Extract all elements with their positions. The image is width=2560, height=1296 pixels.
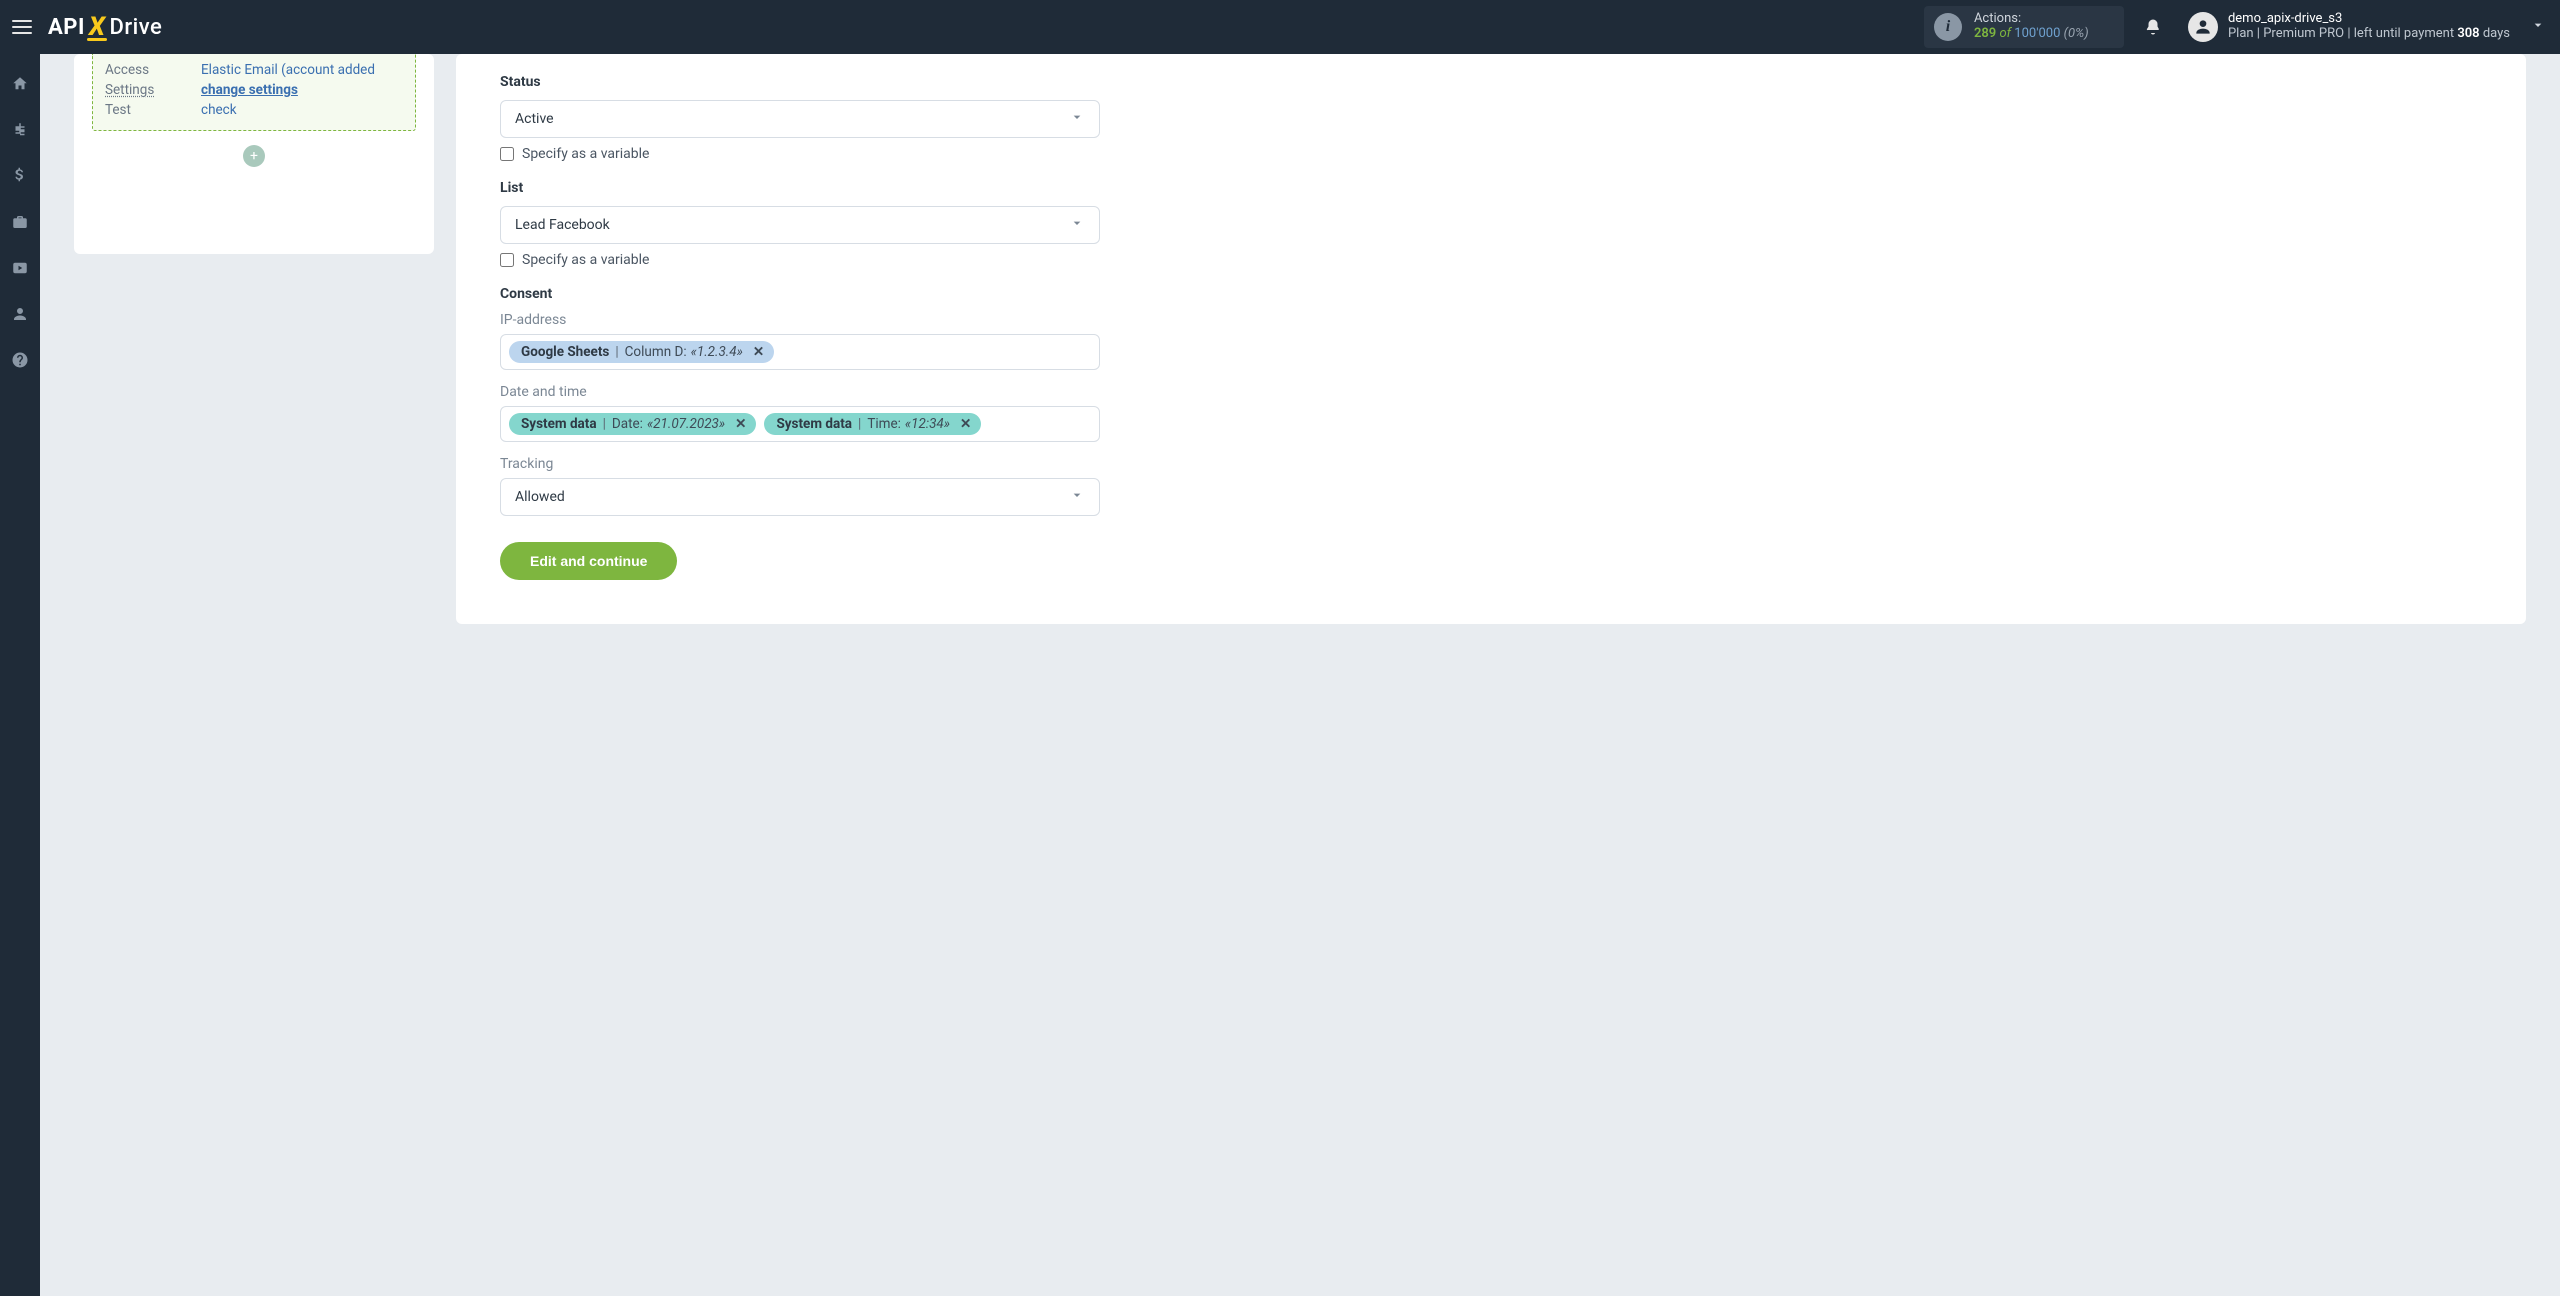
actions-text: Actions: 289 of 100'000 (0%) (1974, 12, 2089, 42)
bell-icon (2144, 18, 2162, 36)
tracking-label: Tracking (500, 456, 2482, 472)
config-row-settings: Settings change settings (105, 80, 403, 100)
notifications-button[interactable] (2136, 10, 2170, 44)
config-row-test: Test check (105, 100, 403, 120)
avatar-icon (2188, 12, 2218, 42)
logo-drive: Drive (109, 15, 162, 40)
edit-continue-button[interactable]: Edit and continue (500, 542, 677, 580)
person-icon (2193, 17, 2213, 37)
user-icon (11, 305, 29, 323)
rail-home[interactable] (0, 64, 40, 104)
config-test-link[interactable]: check (201, 102, 237, 118)
config-row-access: Access Elastic Email (account added (105, 60, 403, 80)
list-select[interactable]: Lead Facebook (500, 206, 1100, 244)
left-rail (0, 54, 40, 1296)
menu-toggle-button[interactable] (8, 13, 36, 41)
remove-tag-icon[interactable]: ✕ (735, 416, 746, 432)
status-variable-checkbox[interactable]: Specify as a variable (500, 146, 1100, 162)
datetime-label: Date and time (500, 384, 2482, 400)
ip-label: IP-address (500, 312, 2482, 328)
logo-x-icon: X (89, 12, 106, 42)
date-tag[interactable]: System data | Date: «21.07.2023» ✕ (509, 413, 756, 435)
actions-counter[interactable]: i Actions: 289 of 100'000 (0%) (1924, 6, 2124, 48)
ip-tag[interactable]: Google Sheets | Column D: «1.2.3.4» ✕ (509, 341, 774, 363)
youtube-icon (11, 259, 29, 277)
rail-help[interactable] (0, 340, 40, 380)
rail-integrations[interactable] (0, 110, 40, 150)
chevron-down-icon[interactable] (2530, 17, 2546, 37)
connection-panel: Access Elastic Email (account added Sett… (74, 54, 434, 254)
chevron-down-icon (1069, 109, 1085, 129)
logo[interactable]: API X Drive (48, 12, 162, 42)
info-icon: i (1934, 13, 1962, 41)
rail-video[interactable] (0, 248, 40, 288)
remove-tag-icon[interactable]: ✕ (960, 416, 971, 432)
remove-tag-icon[interactable]: ✕ (753, 344, 764, 360)
ip-taginput[interactable]: Google Sheets | Column D: «1.2.3.4» ✕ (500, 334, 1100, 370)
tracking-select[interactable]: Allowed (500, 478, 1100, 516)
status-select[interactable]: Active (500, 100, 1100, 138)
datetime-taginput[interactable]: System data | Date: «21.07.2023» ✕ Syste… (500, 406, 1100, 442)
checkbox-input[interactable] (500, 147, 514, 161)
mapping-panel: Status Active Specify as a variable List… (456, 54, 2526, 624)
user-text: demo_apix-drive_s3 Plan | Premium PRO | … (2228, 12, 2510, 42)
config-settings-link[interactable]: change settings (201, 82, 298, 98)
rail-billing[interactable] (0, 156, 40, 196)
chevron-down-icon (1069, 215, 1085, 235)
dollar-icon (11, 167, 29, 185)
consent-label: Consent (500, 286, 2482, 302)
sitemap-icon (11, 121, 29, 139)
logo-api: API (48, 15, 85, 40)
topbar: API X Drive i Actions: 289 of 100'000 (0… (0, 0, 2560, 54)
add-step-button[interactable]: + (243, 145, 265, 167)
status-label: Status (500, 74, 2482, 90)
briefcase-icon (11, 213, 29, 231)
list-label: List (500, 180, 2482, 196)
home-icon (11, 75, 29, 93)
time-tag[interactable]: System data | Time: «12:34» ✕ (764, 413, 981, 435)
help-icon (11, 351, 29, 369)
list-variable-checkbox[interactable]: Specify as a variable (500, 252, 1100, 268)
rail-business[interactable] (0, 202, 40, 242)
connection-config-box: Access Elastic Email (account added Sett… (92, 54, 416, 131)
user-menu[interactable]: demo_apix-drive_s3 Plan | Premium PRO | … (2188, 12, 2546, 42)
config-access-link[interactable]: Elastic Email (account added (201, 62, 375, 78)
chevron-down-icon (1069, 487, 1085, 507)
checkbox-input[interactable] (500, 253, 514, 267)
rail-account[interactable] (0, 294, 40, 334)
